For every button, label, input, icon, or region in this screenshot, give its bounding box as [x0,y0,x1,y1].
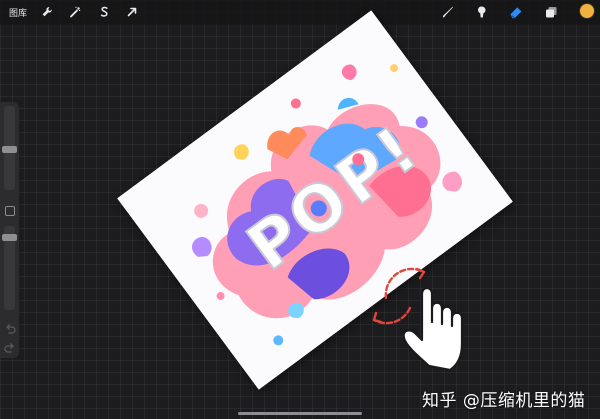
transform-arrow-icon[interactable] [124,4,140,20]
brush-icon[interactable] [440,4,456,20]
selection-s-icon[interactable] [96,4,112,20]
opacity-handle[interactable] [2,234,17,241]
home-indicator[interactable] [238,412,362,415]
top-toolbar: 图库 [0,0,600,25]
left-sidebar [0,102,19,358]
eraser-icon[interactable] [508,4,524,20]
magic-wand-icon[interactable] [67,4,83,20]
redo-icon[interactable] [2,340,18,356]
procreate-app: 图库 P O P ! 知乎 @压缩机里的猫 [0,0,600,419]
modify-button[interactable] [5,206,15,216]
color-icon[interactable] [580,4,594,18]
undo-icon[interactable] [2,321,18,337]
brush-size-handle[interactable] [2,146,17,153]
layers-icon[interactable] [543,4,559,20]
gallery-button[interactable]: 图库 [9,6,27,19]
watermark-text: 知乎 @压缩机里的猫 [422,391,586,411]
rotate-gesture-hint [366,258,486,376]
smudge-icon[interactable] [474,4,490,20]
wrench-icon[interactable] [39,4,55,20]
